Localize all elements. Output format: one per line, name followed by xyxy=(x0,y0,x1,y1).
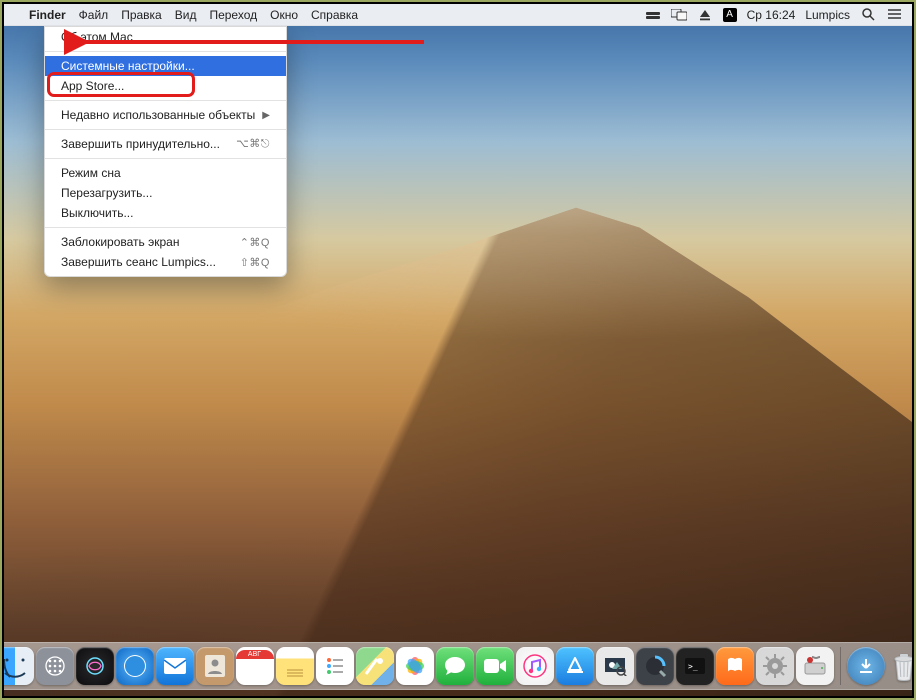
menu-bar-left: Finder Файл Правка Вид Переход Окно Спра… xyxy=(4,8,358,22)
menu-separator xyxy=(45,51,286,52)
dock-trash[interactable] xyxy=(887,647,913,685)
shortcut: ⇧⌘Q xyxy=(240,256,270,269)
menu-item-system-preferences[interactable]: Системные настройки... xyxy=(45,56,286,76)
dock-app-quicktime[interactable] xyxy=(636,647,674,685)
dock-tray: АВГ10 >_ xyxy=(4,642,912,690)
notification-center-icon[interactable] xyxy=(886,7,902,23)
dock-app-preview[interactable] xyxy=(596,647,634,685)
shortcut: ⌃⌘Q xyxy=(240,236,270,249)
dock-folder-downloads[interactable] xyxy=(847,647,885,685)
menu-view[interactable]: Вид xyxy=(175,8,197,22)
menu-window[interactable]: Окно xyxy=(270,8,298,22)
menu-item-about-mac[interactable]: Об этом Mac xyxy=(45,27,286,47)
eject-icon[interactable] xyxy=(697,7,713,23)
shortcut: ⌥⌘⎋ xyxy=(236,137,270,151)
menu-item-shutdown[interactable]: Выключить... xyxy=(45,203,286,223)
apple-menu-dropdown: Об этом Mac Системные настройки... App S… xyxy=(44,26,287,277)
dock-app-reminders[interactable] xyxy=(316,647,354,685)
dock-app-itunes[interactable] xyxy=(516,647,554,685)
menu-bar-right: А Ср 16:24 Lumpics xyxy=(645,7,912,23)
dock-app-maps[interactable] xyxy=(356,647,394,685)
dock-app-launchpad[interactable] xyxy=(36,647,74,685)
menu-separator xyxy=(45,158,286,159)
dock-app-disk-utility[interactable] xyxy=(796,647,834,685)
submenu-arrow-icon: ▶ xyxy=(262,110,270,121)
menu-go[interactable]: Переход xyxy=(209,8,257,22)
dock-divider xyxy=(840,647,841,685)
dock-app-safari[interactable] xyxy=(116,647,154,685)
input-source-badge[interactable]: А xyxy=(723,8,737,22)
menu-item-app-store[interactable]: App Store... xyxy=(45,76,286,96)
menu-finder[interactable]: Finder xyxy=(29,8,66,22)
menu-edit[interactable]: Правка xyxy=(121,8,162,22)
dock-app-messages[interactable] xyxy=(436,647,474,685)
dock-app-photos[interactable] xyxy=(396,647,434,685)
menu-separator xyxy=(45,129,286,130)
dock: АВГ10 >_ xyxy=(4,642,912,690)
dock-app-mail[interactable] xyxy=(156,647,194,685)
dock-app-siri[interactable] xyxy=(76,647,114,685)
dock-app-finder[interactable] xyxy=(4,647,34,685)
clock[interactable]: Ср 16:24 xyxy=(747,8,796,22)
menu-separator xyxy=(45,100,286,101)
dock-app-system-preferences[interactable] xyxy=(756,647,794,685)
menu-item-force-quit[interactable]: Завершить принудительно...⌥⌘⎋ xyxy=(45,134,286,154)
menu-separator xyxy=(45,227,286,228)
menu-item-logout[interactable]: Завершить сеанс Lumpics...⇧⌘Q xyxy=(45,252,286,272)
menu-item-sleep[interactable]: Режим сна xyxy=(45,163,286,183)
dock-app-facetime[interactable] xyxy=(476,647,514,685)
dock-app-books[interactable] xyxy=(716,647,754,685)
disk-icon[interactable] xyxy=(645,7,661,23)
desktop: Finder Файл Правка Вид Переход Окно Спра… xyxy=(4,4,912,696)
spotlight-icon[interactable] xyxy=(860,7,876,23)
menu-help[interactable]: Справка xyxy=(311,8,358,22)
dock-app-notes[interactable] xyxy=(276,647,314,685)
calendar-day: 10 xyxy=(246,659,264,681)
menu-file[interactable]: Файл xyxy=(79,8,109,22)
dock-app-terminal[interactable]: >_ xyxy=(676,647,714,685)
menu-bar: Finder Файл Правка Вид Переход Окно Спра… xyxy=(4,4,912,26)
calendar-month: АВГ xyxy=(236,650,274,659)
menu-item-lock-screen[interactable]: Заблокировать экран⌃⌘Q xyxy=(45,232,286,252)
svg-text:>_: >_ xyxy=(688,662,698,671)
dock-app-appstore[interactable] xyxy=(556,647,594,685)
displays-icon[interactable] xyxy=(671,7,687,23)
menu-item-recent[interactable]: Недавно использованные объекты▶ xyxy=(45,105,286,125)
dock-app-contacts[interactable] xyxy=(196,647,234,685)
user-name[interactable]: Lumpics xyxy=(805,8,850,22)
dock-app-calendar[interactable]: АВГ10 xyxy=(236,647,274,685)
menu-item-restart[interactable]: Перезагрузить... xyxy=(45,183,286,203)
